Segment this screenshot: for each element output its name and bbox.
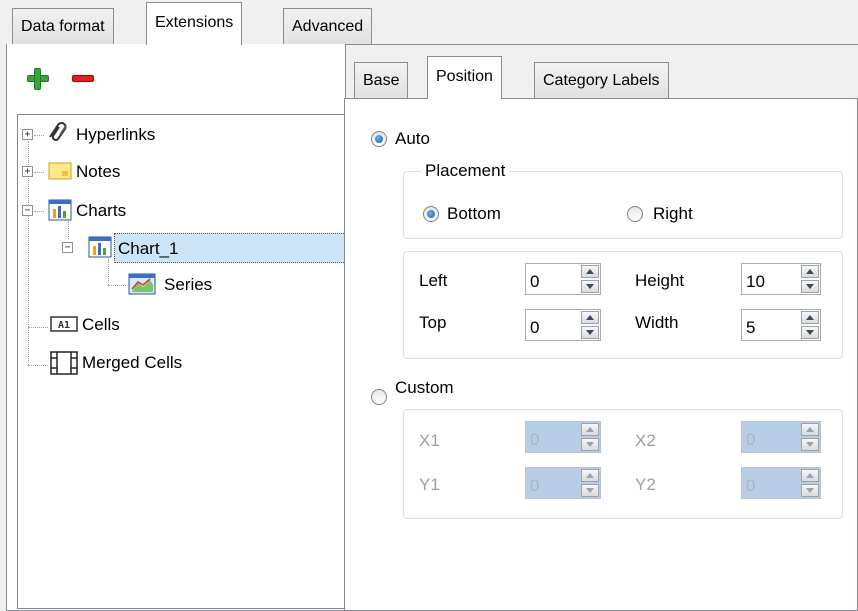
tree-item-label: Hyperlinks xyxy=(76,125,156,144)
hyperlink-icon xyxy=(49,122,67,141)
spin-down-button xyxy=(801,438,819,451)
left-spin-input[interactable]: 0 xyxy=(525,263,601,295)
tree-item-label: Cells xyxy=(82,315,120,334)
bottom-label[interactable]: Bottom xyxy=(447,204,501,224)
spin-down-button[interactable] xyxy=(801,326,819,339)
spin-value: 0 xyxy=(746,476,756,495)
tab-label: Category Labels xyxy=(543,72,660,89)
series-icon xyxy=(128,273,156,295)
left-label: Left xyxy=(419,271,448,290)
spin-down-button[interactable] xyxy=(801,280,819,293)
tree-item-label: Notes xyxy=(76,162,121,181)
spin-down-button xyxy=(801,484,819,497)
spin-up-button[interactable] xyxy=(581,311,599,324)
position-panel: Auto Placement Bottom Right Left 0 Heigh… xyxy=(344,98,858,611)
spin-value: 0 xyxy=(530,318,540,337)
chart-icon xyxy=(88,236,112,258)
cell-icon: A1 xyxy=(50,316,78,332)
tree-item-label: Series xyxy=(164,275,213,294)
tree-item-label: Charts xyxy=(76,201,127,220)
auto-label[interactable]: Auto xyxy=(395,129,430,149)
collapse-toggle[interactable]: − xyxy=(62,242,73,253)
top-label: Top xyxy=(419,313,447,332)
tree-item-label: Merged Cells xyxy=(82,353,183,372)
svg-text:A1: A1 xyxy=(58,320,70,331)
spin-value: 0 xyxy=(530,430,540,449)
auto-radio[interactable] xyxy=(371,131,387,147)
height-spin-input[interactable]: 10 xyxy=(741,263,821,295)
spin-value: 0 xyxy=(530,476,540,495)
spin-value: 10 xyxy=(746,272,765,291)
extensions-tree[interactable]: + Hyperlinks + Notes − Charts − Chart_1 … xyxy=(17,114,349,609)
tab-label: Advanced xyxy=(292,18,364,35)
collapse-toggle[interactable]: − xyxy=(22,205,33,216)
extensions-panel: + Hyperlinks + Notes − Charts − Chart_1 … xyxy=(6,44,349,611)
y2-label: Y2 xyxy=(635,475,656,494)
x1-spin-input: 0 xyxy=(525,421,601,453)
width-label: Width xyxy=(635,313,679,332)
chart-icon xyxy=(48,199,72,221)
add-button[interactable] xyxy=(23,64,51,92)
spin-up-button[interactable] xyxy=(801,265,819,278)
tab-advanced[interactable]: Advanced xyxy=(283,8,373,44)
tree-item-notes[interactable]: Notes xyxy=(76,160,120,184)
tab-label: Data format xyxy=(21,18,105,35)
y1-spin-input: 0 xyxy=(525,467,601,499)
tree-item-charts[interactable]: Charts xyxy=(76,199,126,223)
tab-base[interactable]: Base xyxy=(354,62,409,98)
remove-button[interactable] xyxy=(69,64,97,92)
note-icon xyxy=(48,162,72,180)
spin-up-button xyxy=(581,423,599,436)
tab-category-labels[interactable]: Category Labels xyxy=(534,62,669,98)
expand-toggle[interactable]: + xyxy=(22,166,33,177)
tab-label: Base xyxy=(363,72,400,89)
tab-label: Extensions xyxy=(155,14,234,31)
tab-label: Position xyxy=(436,68,493,85)
spin-up-button xyxy=(801,423,819,436)
spin-down-button xyxy=(581,438,599,451)
spin-up-button xyxy=(581,469,599,482)
spin-up-button xyxy=(801,469,819,482)
x2-spin-input: 0 xyxy=(741,421,821,453)
placement-title: Placement xyxy=(421,161,510,181)
top-spin-input[interactable]: 0 xyxy=(525,309,601,341)
y1-label: Y1 xyxy=(419,475,440,494)
spin-value: 5 xyxy=(746,318,756,337)
tab-extensions[interactable]: Extensions xyxy=(146,2,243,45)
minus-icon xyxy=(72,75,94,82)
spin-up-button[interactable] xyxy=(581,265,599,278)
spin-up-button[interactable] xyxy=(801,311,819,324)
right-label[interactable]: Right xyxy=(653,204,693,224)
x2-label: X2 xyxy=(635,431,656,450)
expand-toggle[interactable]: + xyxy=(22,129,33,140)
tab-data-format[interactable]: Data format xyxy=(12,8,114,44)
spin-down-button xyxy=(581,484,599,497)
custom-label[interactable]: Custom xyxy=(395,378,454,398)
spin-down-button[interactable] xyxy=(581,280,599,293)
x1-label: X1 xyxy=(419,431,440,450)
tree-item-chart-1[interactable]: Chart_1 xyxy=(114,233,348,263)
tree-item-hyperlinks[interactable]: Hyperlinks xyxy=(76,123,155,147)
tree-item-cells[interactable]: Cells xyxy=(82,313,120,337)
height-label: Height xyxy=(635,271,685,290)
merged-cells-icon xyxy=(50,351,78,375)
bottom-radio[interactable] xyxy=(423,206,439,222)
tree-item-series[interactable]: Series xyxy=(164,273,212,297)
spin-down-button[interactable] xyxy=(581,326,599,339)
tab-position[interactable]: Position xyxy=(427,56,502,99)
right-radio[interactable] xyxy=(627,206,643,222)
spin-value: 0 xyxy=(746,430,756,449)
tree-item-merged-cells[interactable]: Merged Cells xyxy=(82,351,182,375)
width-spin-input[interactable]: 5 xyxy=(741,309,821,341)
tree-item-label: Chart_1 xyxy=(118,239,179,258)
custom-radio[interactable] xyxy=(371,389,387,405)
spin-value: 0 xyxy=(530,272,540,291)
y2-spin-input: 0 xyxy=(741,467,821,499)
